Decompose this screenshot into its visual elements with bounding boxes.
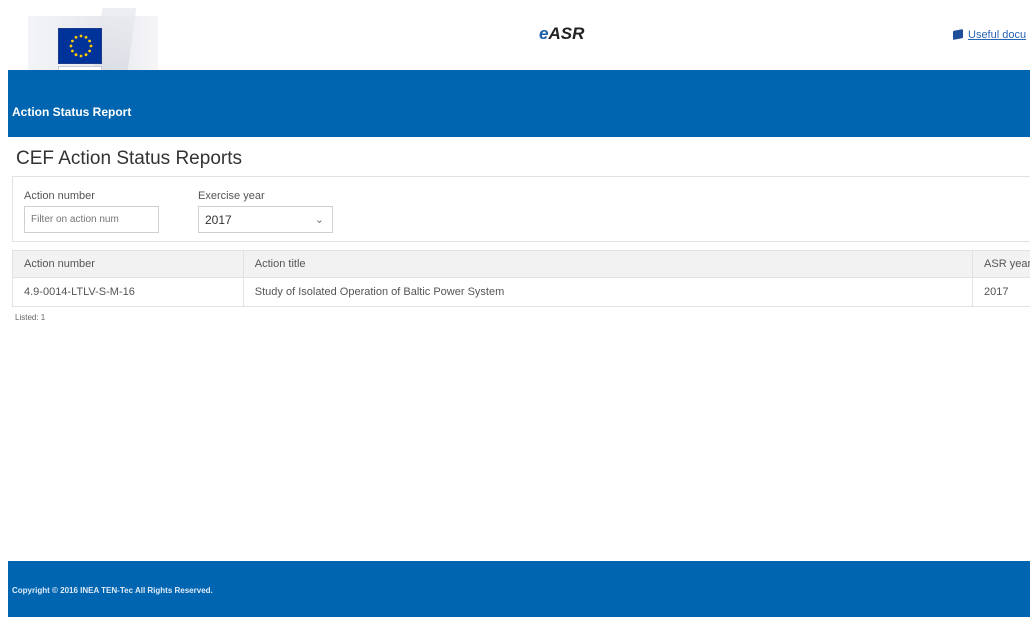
top-header: European Commission eASR Useful docu (8, 0, 1030, 86)
book-icon (953, 29, 963, 40)
column-header-action-title[interactable]: Action title (244, 251, 974, 277)
banner-title: Action Status Report (12, 105, 132, 119)
column-header-asr-year[interactable]: ASR year (973, 251, 1030, 277)
filter-panel: Action number Exercise year 2017 ⌄ (12, 176, 1030, 242)
footer-copyright: Copyright © 2016 INEA TEN-Tec All Rights… (12, 586, 213, 595)
blue-banner: Action Status Report (8, 70, 1030, 137)
exercise-year-filter-label: Exercise year (198, 190, 265, 202)
european-commission-logo[interactable]: European Commission (28, 8, 158, 86)
exercise-year-value: 2017 (205, 213, 232, 227)
listed-count: Listed: 1 (15, 313, 46, 322)
app-title: eASR (539, 24, 584, 44)
useful-documents-label: Useful docu (968, 29, 1027, 41)
exercise-year-select[interactable]: 2017 ⌄ (198, 206, 333, 233)
cell-asr-year: 2017 (984, 286, 1009, 298)
action-status-table: Action number Action title ASR year 4.9-… (12, 250, 1030, 307)
footer: Copyright © 2016 INEA TEN-Tec All Rights… (8, 561, 1030, 617)
column-header-action-number[interactable]: Action number (13, 251, 244, 277)
cell-action-number: 4.9-0014-LTLV-S-M-16 (13, 278, 244, 306)
useful-documents-link[interactable]: Useful docu (953, 29, 1026, 41)
action-number-filter-input[interactable] (24, 206, 159, 233)
eu-flag-icon (58, 28, 102, 64)
chevron-down-icon: ⌄ (314, 214, 324, 226)
page-title: CEF Action Status Reports (16, 148, 242, 169)
app-title-rest: ASR (548, 24, 585, 43)
cell-action-title: Study of Isolated Operation of Baltic Po… (244, 278, 974, 306)
table-header-row: Action number Action title ASR year (13, 251, 1030, 278)
action-number-filter-label: Action number (24, 190, 95, 202)
table-row[interactable]: 4.9-0014-LTLV-S-M-16 Study of Isolated O… (13, 278, 1030, 306)
